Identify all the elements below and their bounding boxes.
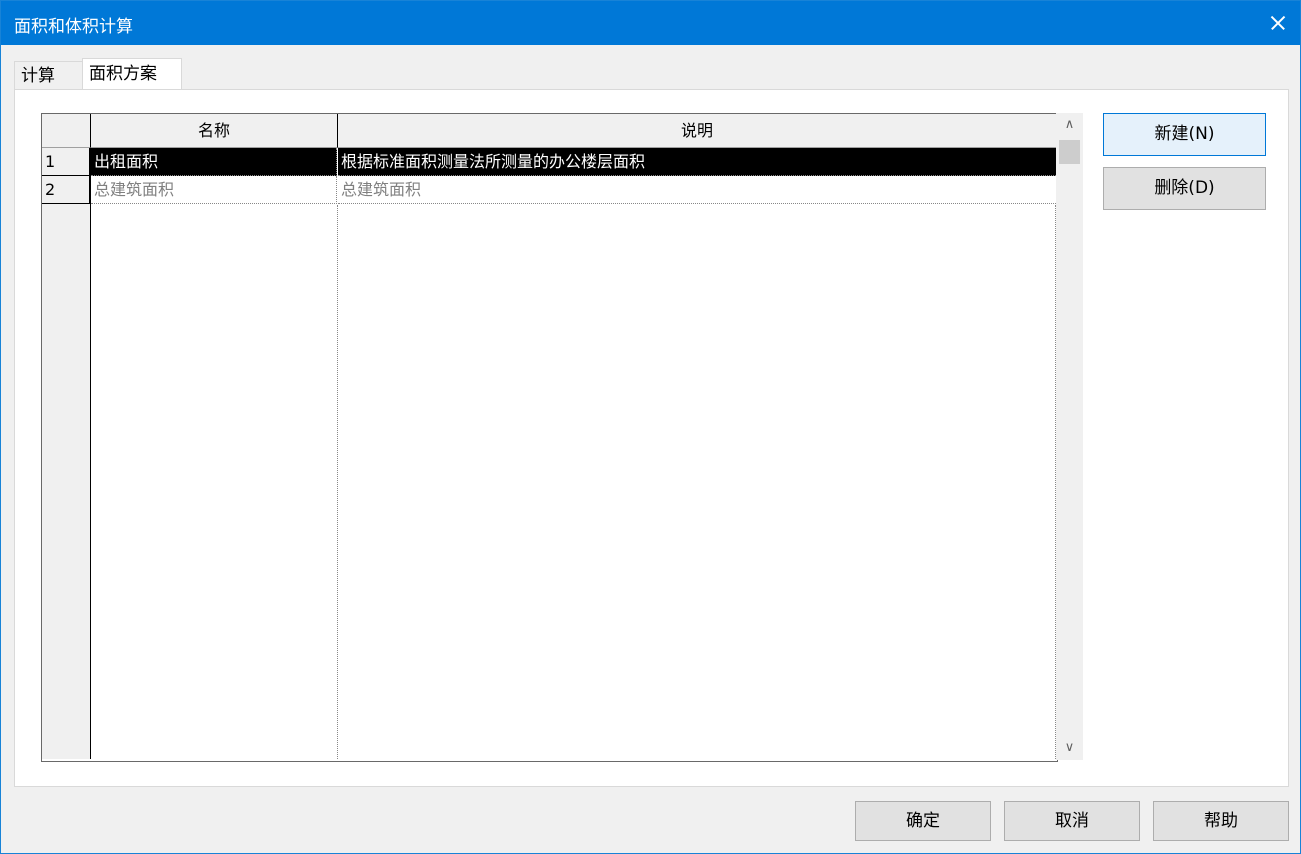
tab-area-schemes[interactable]: 面积方案 bbox=[82, 58, 182, 90]
delete-button[interactable]: 删除(D) bbox=[1103, 167, 1266, 210]
column-header-description[interactable]: 说明 bbox=[338, 114, 1057, 148]
ok-button[interactable]: 确定 bbox=[855, 801, 991, 841]
row-number[interactable]: 1 bbox=[42, 148, 90, 176]
cell-description[interactable]: 总建筑面积 bbox=[338, 176, 1056, 204]
window-title: 面积和体积计算 bbox=[14, 17, 133, 37]
scroll-thumb[interactable] bbox=[1059, 140, 1080, 164]
cell-name[interactable]: 出租面积 bbox=[91, 148, 337, 176]
tab-calculate[interactable]: 计算 bbox=[14, 61, 83, 90]
dialog-window: 面积和体积计算 计算 面积方案 名称 说明 1 出租面积 根据标准面积测量法所测… bbox=[0, 0, 1301, 854]
table-row[interactable]: 2 总建筑面积 总建筑面积 bbox=[42, 176, 1056, 204]
table-corner-header[interactable] bbox=[42, 114, 91, 148]
cell-description[interactable]: 根据标准面积测量法所测量的办公楼层面积 bbox=[338, 148, 1056, 176]
cell-name[interactable]: 总建筑面积 bbox=[91, 176, 337, 204]
help-button[interactable]: 帮助 bbox=[1153, 801, 1289, 841]
scroll-down-icon[interactable]: ∨ bbox=[1056, 736, 1083, 760]
cancel-button[interactable]: 取消 bbox=[1004, 801, 1140, 841]
table-row[interactable]: 1 出租面积 根据标准面积测量法所测量的办公楼层面积 bbox=[42, 148, 1056, 176]
tab-panel: 名称 说明 1 出租面积 根据标准面积测量法所测量的办公楼层面积 2 总建筑面积… bbox=[14, 89, 1289, 787]
row-header-column bbox=[42, 114, 91, 759]
title-bar: 面积和体积计算 bbox=[1, 1, 1300, 45]
scroll-up-icon[interactable]: ∧ bbox=[1056, 113, 1083, 137]
close-icon[interactable] bbox=[1254, 1, 1300, 45]
vertical-scrollbar[interactable]: ∧ ∨ bbox=[1056, 113, 1083, 760]
column-header-name[interactable]: 名称 bbox=[91, 114, 338, 148]
column-divider bbox=[337, 205, 338, 759]
row-number[interactable]: 2 bbox=[42, 176, 90, 204]
new-button[interactable]: 新建(N) bbox=[1103, 113, 1266, 156]
area-scheme-table: 名称 说明 1 出租面积 根据标准面积测量法所测量的办公楼层面积 2 总建筑面积… bbox=[41, 113, 1058, 762]
